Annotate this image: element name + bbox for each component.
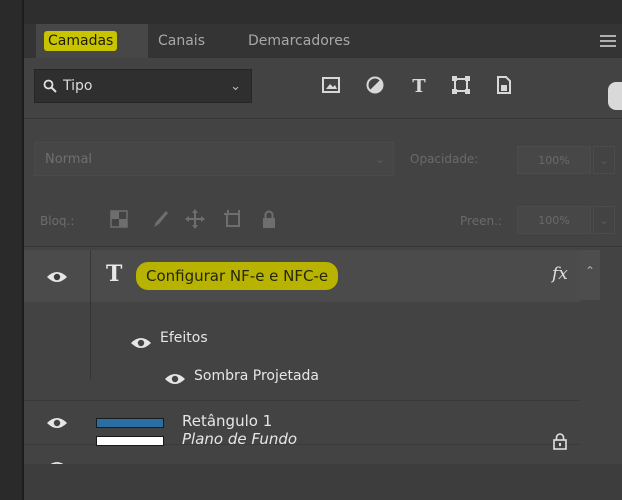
column-divider — [90, 250, 91, 380]
chevron-down-icon: ⌄ — [230, 79, 241, 94]
opacity-label: Opacidade: — [410, 152, 479, 166]
search-icon — [43, 79, 57, 93]
eye-icon[interactable] — [130, 336, 152, 350]
text-filter-icon[interactable]: T — [408, 74, 430, 96]
blend-mode-value: Normal — [45, 151, 93, 167]
eye-icon[interactable] — [46, 416, 68, 430]
app-top-frame — [24, 0, 622, 24]
fill-label: Preen.: — [460, 214, 502, 228]
lock-position-icon[interactable] — [184, 208, 206, 230]
lock-transparent-pixels-icon[interactable] — [108, 208, 130, 230]
layer-thumbnail — [96, 418, 164, 428]
tab-canais-label: Canais — [158, 33, 205, 49]
lock-image-pixels-icon[interactable] — [148, 208, 170, 230]
panel-footer — [24, 464, 622, 500]
panel-tab-bar: Camadas Canais Demarcadores — [24, 24, 622, 58]
layer-name-configurar[interactable]: Configurar NF-e e NFC-e — [136, 262, 339, 290]
lock-icon — [553, 433, 567, 450]
layer-name-plano-de-fundo[interactable]: Plano de Fundo — [182, 430, 297, 448]
image-filter-icon[interactable] — [320, 74, 342, 96]
svg-text:T: T — [412, 76, 426, 96]
text-layer-icon: T — [106, 261, 123, 287]
filter-toggle[interactable] — [608, 82, 622, 110]
effect-drop-shadow[interactable]: Sombra Projetada — [194, 368, 319, 384]
lock-all-icon[interactable] — [258, 208, 280, 230]
shape-filter-icon[interactable] — [450, 74, 472, 96]
filter-label: Tipo — [63, 78, 93, 94]
lock-artboard-icon[interactable] — [222, 208, 244, 230]
opacity-chevron-icon[interactable]: ⌄ — [593, 146, 615, 174]
tab-camadas-label: Camadas — [44, 31, 118, 51]
effects-label[interactable]: Efeitos — [160, 330, 208, 346]
fill-chevron-icon[interactable]: ⌄ — [593, 206, 615, 234]
lock-label: Bloq.: — [40, 214, 75, 228]
tab-demarcadores[interactable]: Demarcadores — [238, 24, 388, 58]
divider — [24, 118, 622, 119]
app-left-frame — [0, 0, 22, 500]
eye-icon[interactable] — [164, 372, 186, 386]
layer-name-retangulo[interactable]: Retângulo 1 — [182, 412, 272, 430]
fill-field[interactable]: 100% — [517, 206, 591, 234]
layer-thumbnail — [96, 436, 164, 446]
tab-canais[interactable]: Canais — [152, 24, 230, 58]
layer-filter-select[interactable]: Tipo ⌄ — [34, 69, 252, 103]
adjustment-filter-icon[interactable] — [364, 74, 386, 96]
layers-panel: Camadas Canais Demarcadores Tipo ⌄ T Nor… — [24, 24, 622, 500]
divider — [24, 246, 622, 247]
eye-icon[interactable] — [46, 270, 68, 284]
panel-menu-icon[interactable] — [600, 35, 616, 47]
tab-demarcadores-label: Demarcadores — [248, 33, 351, 49]
blend-mode-select[interactable]: Normal ⌄ — [34, 142, 394, 176]
smart-object-filter-icon[interactable] — [492, 74, 514, 96]
tab-camadas[interactable]: Camadas — [36, 24, 148, 58]
layers-list: T Configurar NF-e e NFC-e fx Efeitos Som… — [24, 250, 584, 472]
divider — [24, 400, 580, 401]
opacity-field[interactable]: 100% — [517, 146, 591, 174]
effects-fx-icon[interactable]: fx — [552, 264, 568, 284]
scroll-up-chevron-icon[interactable]: ⌃ — [580, 250, 600, 300]
chevron-down-icon: ⌄ — [374, 152, 385, 166]
